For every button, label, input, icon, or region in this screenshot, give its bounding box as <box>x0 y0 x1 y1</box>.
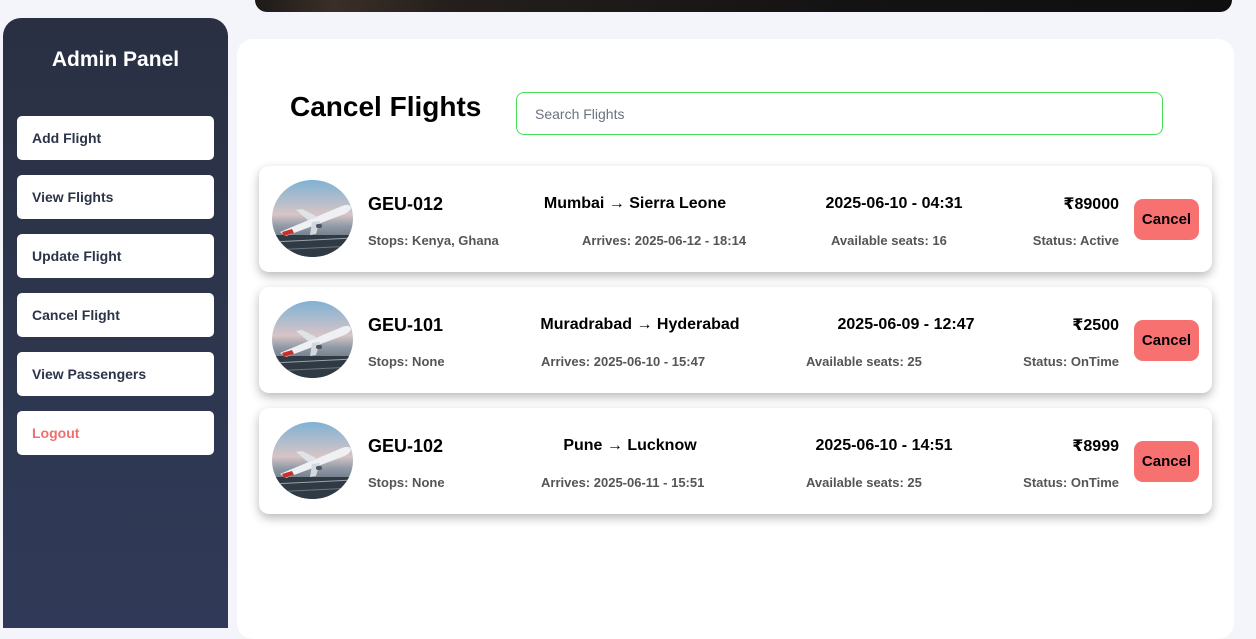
flight-price: ₹89000 <box>1063 196 1119 213</box>
main-panel: Cancel Flights Search Flights GEU-012 Mu… <box>237 39 1234 639</box>
cancel-flight-button[interactable]: Cancel <box>1134 441 1199 482</box>
flight-status: Status: Active <box>1032 233 1119 248</box>
flight-price: ₹8999 <box>1072 438 1119 455</box>
cancel-flight-button[interactable]: Cancel <box>1134 199 1199 240</box>
flight-code: GEU-101 <box>368 315 444 335</box>
flight-code: GEU-102 <box>368 436 444 456</box>
sidebar-title: Admin Panel <box>51 48 180 71</box>
sidebar-nav: Add Flight View Flights Update Flight Ca… <box>17 116 214 470</box>
flight-stops: Stops: None <box>368 354 445 369</box>
sidebar: Admin Panel Add Flight View Flights Upda… <box>3 18 228 628</box>
flight-card: GEU-101 Muradrabad → Hyderabad 2025-06-0… <box>259 287 1212 393</box>
flight-code: GEU-012 <box>368 194 444 214</box>
flight-route: Muradrabad → Hyderabad <box>540 316 740 333</box>
airplane-photo-icon <box>272 422 353 499</box>
flight-route: Mumbai → Sierra Leone <box>543 195 727 212</box>
sidebar-item-logout[interactable]: Logout <box>17 411 214 455</box>
airplane-photo-icon <box>272 180 353 257</box>
sidebar-item-view-flights[interactable]: View Flights <box>17 175 214 219</box>
flight-price: ₹2500 <box>1072 317 1119 334</box>
flight-departure: 2025-06-10 - 14:51 <box>815 437 953 454</box>
flight-status: Status: OnTime <box>1023 475 1119 490</box>
sidebar-item-cancel-flight[interactable]: Cancel Flight <box>17 293 214 337</box>
top-banner-strip <box>255 0 1232 12</box>
flight-card: GEU-012 Mumbai → Sierra Leone 2025-06-10… <box>259 166 1212 272</box>
flight-route: Pune → Lucknow <box>563 437 697 454</box>
flight-departure: 2025-06-10 - 04:31 <box>825 195 963 212</box>
airplane-photo-icon <box>272 301 353 378</box>
search-input[interactable] <box>516 92 1163 135</box>
flight-arrival: Arrives: 2025-06-10 - 15:47 <box>541 354 706 369</box>
flight-departure: 2025-06-09 - 12:47 <box>837 316 975 333</box>
flight-status: Status: OnTime <box>1023 354 1119 369</box>
cancel-flight-button[interactable]: Cancel <box>1134 320 1199 361</box>
flight-seats: Available seats: 25 <box>806 475 922 490</box>
sidebar-item-view-passengers[interactable]: View Passengers <box>17 352 214 396</box>
flight-stops: Stops: Kenya, Ghana <box>368 233 499 248</box>
flight-seats: Available seats: 16 <box>831 233 947 248</box>
page-title: Cancel Flights <box>290 91 482 122</box>
flight-arrival: Arrives: 2025-06-12 - 18:14 <box>582 233 747 248</box>
sidebar-item-update-flight[interactable]: Update Flight <box>17 234 214 278</box>
sidebar-item-add-flight[interactable]: Add Flight <box>17 116 214 160</box>
flight-stops: Stops: None <box>368 475 445 490</box>
flight-seats: Available seats: 25 <box>806 354 922 369</box>
flight-arrival: Arrives: 2025-06-11 - 15:51 <box>541 475 705 490</box>
flight-card: GEU-102 Pune → Lucknow 2025-06-10 - 14:5… <box>259 408 1212 514</box>
